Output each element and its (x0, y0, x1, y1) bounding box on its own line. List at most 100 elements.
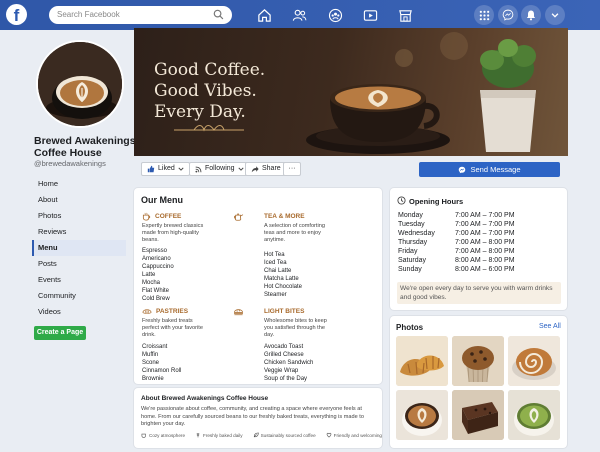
photo-thumbnail[interactable] (396, 390, 448, 440)
chevron-down-icon (238, 167, 244, 171)
menu-section-coffee-description: Expertly brewed classics made from high-… (142, 223, 204, 243)
send-message-button[interactable]: Send Message (419, 162, 560, 177)
about-tag: Sustainably sourced coffee (253, 432, 316, 438)
friends-icon[interactable] (290, 6, 308, 24)
hours-time: 7:00 AM – 7:00 PM (455, 212, 515, 219)
list-item: Cold Brew (142, 296, 170, 302)
photo-thumbnail[interactable] (452, 336, 504, 386)
brownie-photo (452, 390, 504, 440)
profile-picture[interactable] (36, 40, 124, 128)
hours-time: 7:00 AM – 7:00 PM (455, 230, 515, 237)
cover-photo: Good Coffee. Good Vibes. Every Day. (134, 28, 568, 156)
croissants-photo (396, 336, 448, 386)
watch-icon[interactable] (361, 6, 379, 24)
sidebar-item-community[interactable]: Community (32, 288, 126, 304)
cover-tagline-1: Good Coffee. (154, 60, 266, 80)
menu-title: Our Menu (141, 195, 183, 205)
matcha-latte-photo (508, 390, 560, 440)
liked-label: Liked (158, 165, 175, 172)
wheat-icon (196, 433, 200, 438)
search-icon (213, 9, 224, 20)
list-item: Chicken Sandwich (264, 360, 314, 366)
hours-day: Tuesday (398, 221, 425, 228)
hours-time: 8:00 AM – 6:00 PM (455, 266, 515, 273)
hours-day: Monday (398, 212, 423, 219)
sidebar-item-posts[interactable]: Posts (32, 256, 126, 272)
send-message-label: Send Message (470, 165, 521, 174)
photos-title: Photos (396, 323, 424, 332)
list-item: Croissant (142, 344, 168, 350)
menu-section-pastries-label: PASTRIES (156, 307, 189, 315)
about-tag: Freshly baked daily (195, 432, 243, 438)
about-tag: Friendly and welcoming (326, 432, 382, 438)
menu-section-light-bites-description: Wholesome bites to keep you satisfied th… (264, 318, 327, 338)
menu-section-coffee-label: COFFEE (155, 213, 182, 220)
groups-icon[interactable] (326, 6, 344, 24)
page-handle: @brewedawakenings (34, 159, 106, 168)
following-label: Following (205, 165, 235, 172)
hours-time: 7:00 AM – 8:00 PM (455, 239, 515, 246)
list-item: Espresso (142, 248, 168, 254)
muffin-photo (452, 336, 504, 386)
coffee-cup-icon (142, 212, 151, 221)
hours-day: Saturday (398, 257, 427, 264)
hours-day: Thursday (398, 239, 428, 246)
menu-section-tea: TEA & MORE (233, 212, 305, 221)
home-icon[interactable] (255, 6, 273, 24)
menu-section-coffee-items: Espresso Americano Cappuccino Latte Moch… (142, 247, 174, 303)
sandwich-icon (234, 309, 243, 316)
create-page-button[interactable]: Create a Page (34, 326, 86, 340)
about-description: We're passionate about coffee, community… (141, 406, 364, 427)
chevron-down-icon (178, 167, 184, 171)
list-item: Flat White (142, 288, 170, 294)
cinnamon-roll-photo (508, 336, 560, 386)
following-button[interactable]: Following (189, 162, 250, 176)
rss-icon (195, 166, 202, 173)
share-arrow-icon (251, 166, 259, 173)
share-button[interactable]: Share (245, 162, 287, 176)
sidebar-item-home[interactable]: Home (32, 176, 126, 192)
search-input[interactable]: Search Facebook (49, 6, 232, 24)
sidebar-item-events[interactable]: Events (32, 272, 126, 288)
more-options-button[interactable]: ··· (283, 162, 301, 176)
menu-section-pastries-description: Freshly baked treats perfect with your f… (142, 318, 203, 338)
page-title: Brewed Awakenings Coffee House (34, 135, 136, 159)
menu-section-tea-items: Hot Tea Iced Tea Chai Latte Matcha Latte… (264, 251, 302, 299)
about-tag-label: Friendly and welcoming (333, 432, 382, 438)
sidebar-item-photos[interactable]: Photos (32, 208, 126, 224)
croissant-icon (142, 309, 152, 314)
cover-tagline-2: Good Vibes. (154, 81, 257, 101)
marketplace-icon[interactable] (396, 6, 414, 24)
list-item: Cinnamon Roll (142, 368, 182, 374)
opening-hours-title: Opening Hours (409, 197, 464, 206)
see-all-photos-link[interactable]: See All (539, 323, 561, 330)
facebook-logo[interactable]: f (6, 4, 27, 25)
messenger-icon (459, 166, 466, 173)
about-tag: Cozy atmosphere (141, 432, 185, 438)
notifications-bell-icon[interactable] (521, 5, 541, 25)
list-item: Soup of the Day (264, 376, 308, 382)
account-chevron-icon[interactable] (545, 5, 565, 25)
menu-section-light-bites: LIGHT BITES (233, 307, 304, 316)
menu-grid-icon[interactable] (474, 5, 494, 25)
about-tag-label: Cozy atmosphere (149, 432, 186, 438)
messenger-icon[interactable] (498, 5, 518, 25)
about-title: About Brewed Awakenings Coffee House (141, 395, 269, 402)
photo-thumbnail[interactable] (508, 336, 560, 386)
sidebar-item-reviews[interactable]: Reviews (32, 224, 126, 240)
coffee-cup-icon (141, 433, 146, 438)
hours-day: Wednesday (398, 230, 435, 237)
liked-button[interactable]: Liked (141, 162, 190, 176)
sidebar-item-menu[interactable]: Menu (32, 240, 126, 256)
sidebar-item-about[interactable]: About (32, 192, 126, 208)
menu-section-light-bites-label: LIGHT BITES (264, 308, 305, 315)
about-tag-label: Sustainably sourced coffee (260, 432, 316, 438)
heart-icon (326, 432, 331, 438)
list-item: Steamer (264, 292, 287, 298)
sidebar-item-videos[interactable]: Videos (32, 304, 126, 320)
photo-thumbnail[interactable] (452, 390, 504, 440)
photo-thumbnail[interactable] (396, 336, 448, 386)
list-item: Grilled Cheese (264, 352, 304, 358)
teapot-icon (233, 213, 244, 221)
photo-thumbnail[interactable] (508, 390, 560, 440)
